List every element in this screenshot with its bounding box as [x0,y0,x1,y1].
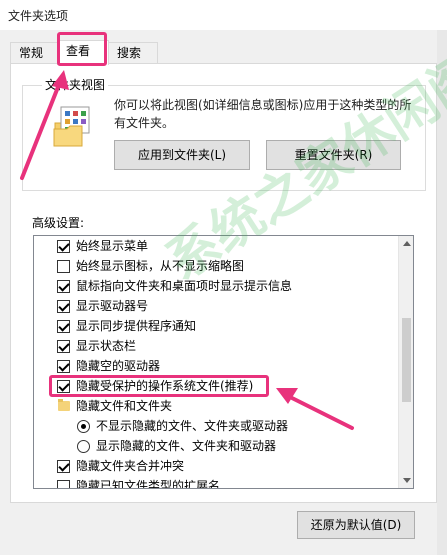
list-item[interactable]: 鼠标指向文件夹和桌面项时显示提示信息 [34,276,398,296]
list-item[interactable]: 隐藏已知文件类型的扩展名 [34,476,398,489]
list-item[interactable]: 隐藏空的驱动器 [34,356,398,376]
restore-defaults-button[interactable]: 还原为默认值(D) [297,511,415,539]
list-item-label: 显示同步提供程序通知 [76,319,197,333]
checkbox[interactable] [57,340,70,353]
checkbox[interactable] [57,260,70,273]
folder-icon [58,399,70,411]
checkbox[interactable] [57,320,70,333]
list-item[interactable]: 始终显示菜单 [34,236,398,256]
checkbox[interactable] [57,480,70,488]
list-item-label: 始终显示图标，从不显示缩略图 [76,259,245,273]
radio-button[interactable] [77,420,90,433]
scrollbar-thumb[interactable] [402,318,411,402]
list-item-label: 隐藏已知文件类型的扩展名 [76,479,221,489]
window-title: 文件夹选项 [8,9,69,23]
tab-general[interactable]: 常规 [10,42,58,64]
checkbox[interactable] [57,360,70,373]
tab-highlight-box [57,32,107,66]
advanced-settings-list[interactable]: 始终显示菜单 始终显示图标，从不显示缩略图 鼠标指向文件夹和桌面项时显示提示信息… [33,235,414,489]
list-item[interactable]: 显示同步提供程序通知 [34,316,398,336]
checkbox[interactable] [57,300,70,313]
list-item[interactable]: 显示隐藏的文件、文件夹和驱动器 [34,436,398,456]
list-item-label: 显示状态栏 [76,339,137,353]
radio-button[interactable] [77,440,90,453]
list-item-label: 隐藏文件和文件夹 [76,399,173,413]
checkbox[interactable] [57,280,70,293]
checkbox[interactable] [57,460,70,473]
checkbox[interactable] [57,240,70,253]
list-item-label: 鼠标指向文件夹和桌面项时显示提示信息 [76,279,293,293]
background-window-edge [437,30,447,555]
folder-views-legend: 文件夹视图 [42,76,109,93]
tab-search[interactable]: 搜索 [108,42,158,64]
reset-folders-button[interactable]: 重置文件夹(R) [266,140,401,170]
list-item-label: 显示驱动器号 [76,299,149,313]
advanced-settings-label: 高级设置: [32,216,85,230]
list-item[interactable]: 始终显示图标，从不显示缩略图 [34,256,398,276]
list-item-label: 隐藏文件夹合并冲突 [76,459,185,473]
scroll-up-arrow-icon[interactable] [399,236,413,252]
list-item-label: 始终显示菜单 [76,239,149,253]
list-item-label: 不显示隐藏的文件、文件夹或驱动器 [96,419,289,433]
list-item[interactable]: 隐藏文件夹合并冲突 [34,456,398,476]
folder-views-description: 你可以将此视图(如详细信息或图标)应用于这种类型的所有文件夹。 [114,98,412,130]
list-item[interactable]: 显示状态栏 [34,336,398,356]
option-highlight-box [49,375,269,397]
list-item[interactable]: 不显示隐藏的文件、文件夹或驱动器 [34,416,398,436]
list-item-label: 显示隐藏的文件、文件夹和驱动器 [96,439,277,453]
apply-to-folders-button[interactable]: 应用到文件夹(L) [114,140,250,170]
scroll-down-arrow-icon[interactable] [399,472,413,488]
title-bar: 文件夹选项 [0,0,447,30]
list-item-label: 隐藏空的驱动器 [76,359,161,373]
folder-view-icon [53,106,90,147]
list-item-hidden-files-folder: 隐藏文件和文件夹 [34,396,398,416]
list-item[interactable]: 显示驱动器号 [34,296,398,316]
vertical-scrollbar[interactable] [398,236,413,488]
